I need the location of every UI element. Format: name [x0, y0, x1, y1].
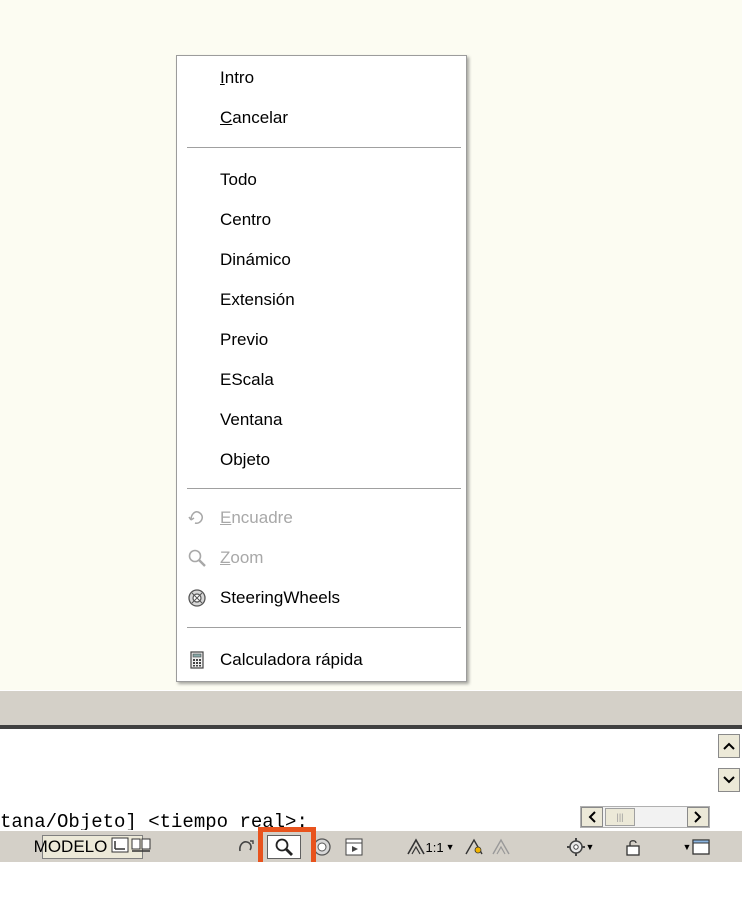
menu-item-label: Dinámico: [220, 250, 291, 269]
menu-item-mnemonic: C: [220, 108, 233, 127]
menu-item-ventana[interactable]: Ventana: [177, 402, 466, 438]
menu-item-label: Objeto: [220, 450, 271, 469]
menu-item-escala[interactable]: EScala: [177, 362, 466, 398]
menu-item-label: EScala: [220, 370, 274, 389]
annotation-scale-value: 1:1: [425, 839, 444, 855]
menu-item-intro[interactable]: Intro: [177, 60, 466, 96]
menu-item-label-rest: ancelar: [232, 108, 289, 127]
dropdown-arrow-icon: ▼: [445, 842, 455, 852]
annotation-visibility-button[interactable]: [461, 835, 487, 859]
menu-item-label-rest: oom: [230, 548, 264, 567]
scroll-right-button[interactable]: [687, 807, 709, 827]
model-label: MODELO: [33, 837, 108, 856]
auto-scale-icon: [492, 838, 510, 855]
menu-item-objeto[interactable]: Objeto: [177, 442, 466, 478]
scroll-left-button[interactable]: [581, 807, 603, 827]
showmotion-button[interactable]: [340, 835, 368, 859]
menu-item-label-rest: ncuadre: [231, 508, 293, 527]
chevron-right-icon: [694, 811, 702, 823]
pan-button[interactable]: [232, 835, 260, 859]
menu-item-mnemonic: Z: [220, 548, 231, 567]
menu-item-encuadre[interactable]: Encuadre: [177, 500, 466, 536]
layout-tab-strip: [0, 690, 742, 725]
menu-item-label: Previo: [220, 330, 269, 349]
menu-item-label: Calculadora rápida: [220, 650, 363, 669]
menu-separator: [187, 488, 461, 490]
annotation-visibility-icon: [465, 838, 483, 855]
lock-button[interactable]: [618, 835, 648, 859]
menu-item-centro[interactable]: Centro: [177, 202, 466, 238]
clean-screen-icon: [692, 839, 711, 855]
model-space-button[interactable]: MODELO: [34, 835, 151, 859]
dropdown-arrow-icon: ▼: [682, 842, 692, 852]
page-bottom: [0, 862, 742, 911]
command-history-area[interactable]: [0, 729, 742, 801]
menu-item-mnemonic: E: [220, 508, 232, 527]
dropdown-arrow-icon: ▼: [585, 842, 595, 852]
menu-item-label: Ventana: [220, 410, 283, 429]
menu-item-label-rest: ntro: [224, 68, 255, 87]
pan-icon: [239, 840, 254, 852]
layout-tabs-icon: [131, 837, 151, 858]
menu-item-label: Extensión: [220, 290, 295, 309]
showmotion-icon: [345, 838, 363, 856]
auto-scale-button[interactable]: [488, 835, 514, 859]
menu-item-zoom[interactable]: Zoom: [177, 540, 466, 576]
menu-item-cancelar[interactable]: Cancelar: [177, 100, 466, 136]
menu-item-dinamico[interactable]: Dinámico: [177, 242, 466, 278]
scroll-down-button[interactable]: [718, 768, 740, 792]
annotation-scale-button[interactable]: 1:1 ▼: [402, 835, 458, 859]
menu-item-label: Centro: [220, 210, 272, 229]
menu-item-calculadora-rapida[interactable]: Calculadora rápida: [177, 642, 466, 678]
chevron-left-icon: [588, 811, 596, 823]
chevron-down-icon: [723, 776, 735, 784]
workspace-switching-button[interactable]: ▼: [560, 835, 600, 859]
menu-separator: [187, 627, 461, 629]
menu-item-extension[interactable]: Extensión: [177, 282, 466, 318]
lock-icon: [626, 840, 640, 856]
context-menu: Intro Cancelar Todo Centro Dinámico Exte…: [176, 55, 467, 682]
clean-screen-button[interactable]: ▼: [680, 835, 714, 859]
layout-icon: [111, 837, 129, 858]
horizontal-scrollbar[interactable]: |||: [580, 806, 710, 828]
chevron-up-icon: [723, 742, 735, 750]
menu-item-previo[interactable]: Previo: [177, 322, 466, 358]
pan-icon: [187, 508, 207, 528]
scroll-up-button[interactable]: [718, 734, 740, 758]
menu-separator: [187, 147, 461, 149]
steeringwheels-icon: [187, 588, 207, 608]
workspace-gear-icon: [566, 838, 585, 856]
menu-item-label: Todo: [220, 170, 257, 189]
menu-item-label: SteeringWheels: [220, 588, 341, 607]
menu-item-steeringwheels[interactable]: SteeringWheels: [177, 580, 466, 616]
scroll-thumb[interactable]: |||: [605, 808, 635, 826]
status-bar: MODELO 1:1 ▼ ▼ ▼: [0, 830, 742, 863]
zoom-icon: [187, 548, 207, 568]
menu-item-todo[interactable]: Todo: [177, 162, 466, 198]
calculator-icon: [187, 650, 207, 670]
annotation-scale-icon: [406, 838, 425, 855]
